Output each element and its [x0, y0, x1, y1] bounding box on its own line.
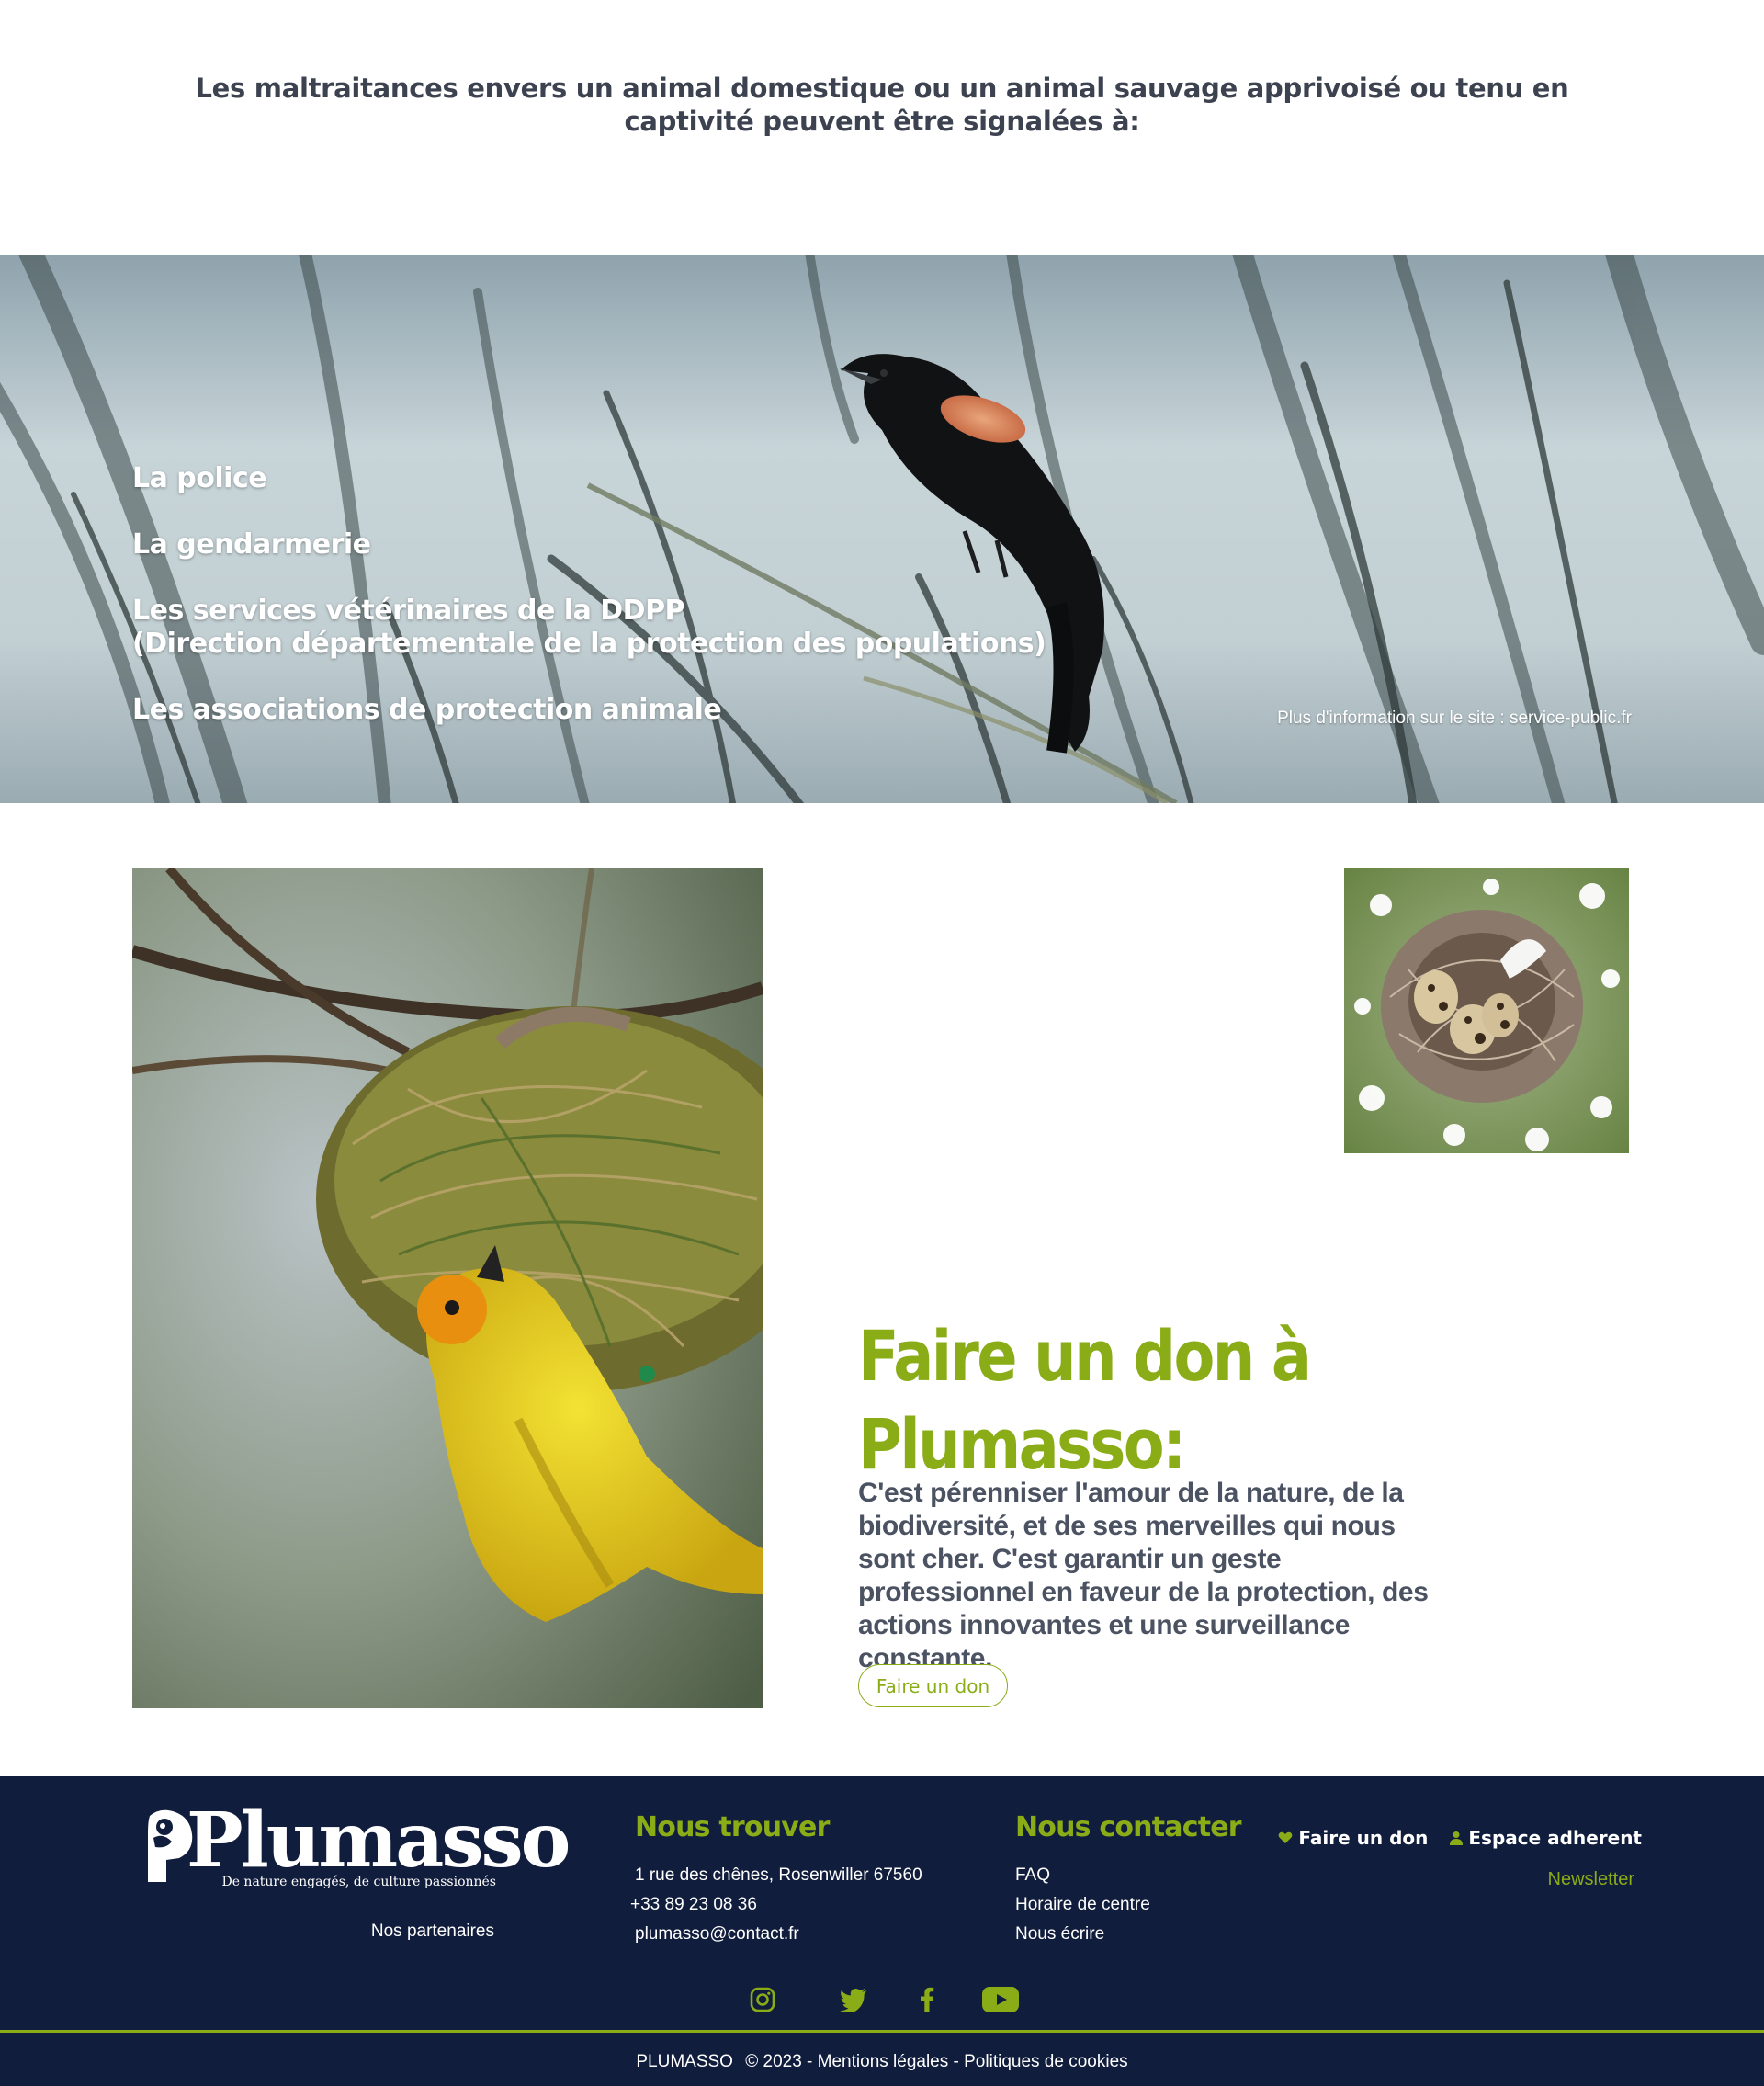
address-text: 1 rue des chênes, Rosenwiller 67560 [635, 1865, 922, 1885]
authority-item-ddpp: Les services vétérinaires de la DDPP (Di… [132, 595, 1046, 661]
logo-text: Plumasso [187, 1797, 571, 1885]
newsletter-link[interactable]: Newsletter [1548, 1869, 1634, 1890]
facebook-icon[interactable] [890, 1984, 964, 2015]
legal-brand: PLUMASSO [636, 2052, 733, 2071]
contact-title: Nous contacter [1015, 1811, 1242, 1843]
intro-section: Les maltraitances envers un animal domes… [0, 0, 1764, 255]
twitter-icon[interactable] [817, 1984, 890, 2015]
authority-item-gendarmerie: La gendarmerie [132, 528, 1046, 561]
footer-donate-label: Faire un don [1298, 1827, 1429, 1849]
authority-item-police: La police [132, 462, 1046, 495]
intro-text: Les maltraitances envers un animal domes… [195, 73, 1569, 137]
instagram-icon[interactable] [747, 1984, 778, 2015]
authority-item-associations: Les associations de protection animale [132, 694, 1046, 727]
authority-label: La gendarmerie [132, 528, 371, 561]
weaver-bird-photo [132, 868, 763, 1708]
footer-divider [0, 2030, 1764, 2033]
member-area-label: Espace adherent [1468, 1827, 1642, 1849]
authority-label: Les services vétérinaires de la DDPP [132, 595, 685, 627]
logo-tagline: De nature engagés, de culture passionnés [221, 1875, 496, 1889]
footer-donate-link[interactable]: Faire un don [1278, 1827, 1428, 1849]
authority-label: La police [132, 462, 267, 494]
write-us-link[interactable]: Nous écrire [1015, 1920, 1150, 1949]
more-info-link[interactable]: Plus d'information sur le site : service… [1277, 709, 1632, 729]
donation-text: C'est pérenniser l'amour de la nature, d… [858, 1478, 1429, 1673]
social-links [747, 1984, 1037, 2015]
faq-link[interactable]: FAQ [1015, 1861, 1150, 1890]
hours-link[interactable]: Horaire de centre [1015, 1890, 1150, 1920]
donate-button[interactable]: Faire un don [858, 1664, 1008, 1707]
youtube-icon[interactable] [964, 1984, 1037, 2015]
plumasso-logo[interactable]: Plumasso De nature engagés, de culture p… [142, 1799, 571, 1889]
authority-sublabel: (Direction départementale de la protecti… [132, 628, 1046, 660]
heart-icon [1279, 1831, 1293, 1843]
legal-links[interactable]: © 2023 - Mentions légales - Politiques d… [745, 2052, 1127, 2071]
phone-link[interactable]: +33 89 23 08 36 [630, 1890, 922, 1920]
donation-title: Faire un don à Plumasso: [858, 1315, 1312, 1485]
nest-eggs-photo [1344, 868, 1629, 1153]
email-link[interactable]: plumasso@contact.fr [635, 1920, 922, 1949]
contact-list: FAQ Horaire de centre Nous écrire [1015, 1861, 1150, 1949]
authority-label: Les associations de protection animale [132, 694, 722, 726]
footer-top-links: Faire un don Espace adherent [1278, 1827, 1642, 1849]
member-area-link[interactable]: Espace adherent [1450, 1827, 1642, 1849]
report-banner: La police La gendarmerie Les services vé… [0, 255, 1764, 803]
user-icon [1450, 1831, 1464, 1845]
find-us-title: Nous trouver [635, 1811, 830, 1843]
partners-link[interactable]: Nos partenaires [371, 1922, 494, 1942]
legal-line: PLUMASSO © 2023 - Mentions légales - Pol… [0, 2052, 1764, 2072]
authority-list: La police La gendarmerie Les services vé… [132, 462, 1046, 760]
find-us-list: 1 rue des chênes, Rosenwiller 67560 +33 … [630, 1861, 922, 1949]
site-footer: Plumasso De nature engagés, de culture p… [0, 1776, 1764, 2086]
